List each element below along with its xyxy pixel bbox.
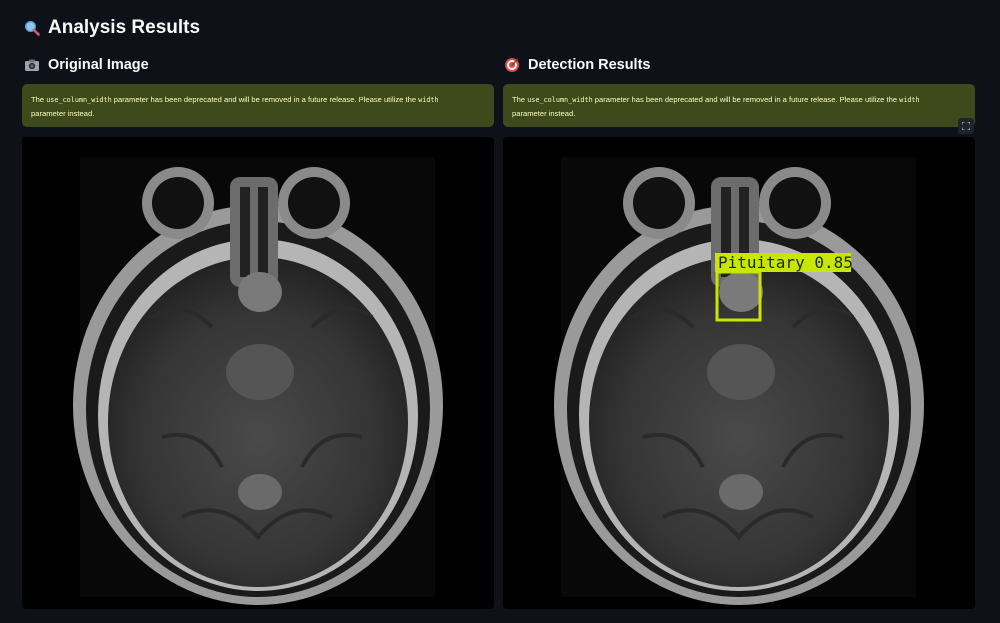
detection-label: Pituitary 0.85: [718, 253, 853, 272]
camera-icon: [25, 59, 39, 71]
target-icon: [505, 58, 519, 72]
original-image-heading: Original Image: [24, 57, 149, 73]
page-title-text: Analysis Results: [48, 17, 201, 38]
brain-mri-scan-annotated: Pituitary 0.85: [503, 137, 975, 609]
fullscreen-icon: [962, 122, 970, 130]
brain-mri-scan: [22, 137, 494, 609]
magnifying-glass-icon: [24, 20, 40, 36]
code-width: width: [899, 96, 920, 104]
detection-results-heading: Detection Results: [504, 57, 650, 73]
code-width: width: [418, 96, 439, 104]
original-image-title: Original Image: [48, 57, 149, 73]
deprecation-warning: The use_column_width parameter has been …: [22, 84, 494, 127]
detection-mri-image: Pituitary 0.85: [503, 137, 975, 609]
original-mri-image: [22, 137, 494, 609]
code-use-column-width: use_column_width: [46, 96, 112, 104]
detection-results-title: Detection Results: [528, 57, 651, 73]
code-use-column-width: use_column_width: [527, 96, 593, 104]
fullscreen-button[interactable]: [958, 118, 974, 134]
deprecation-warning: The use_column_width parameter has been …: [503, 84, 975, 127]
page-title: Analysis Results: [24, 17, 200, 39]
